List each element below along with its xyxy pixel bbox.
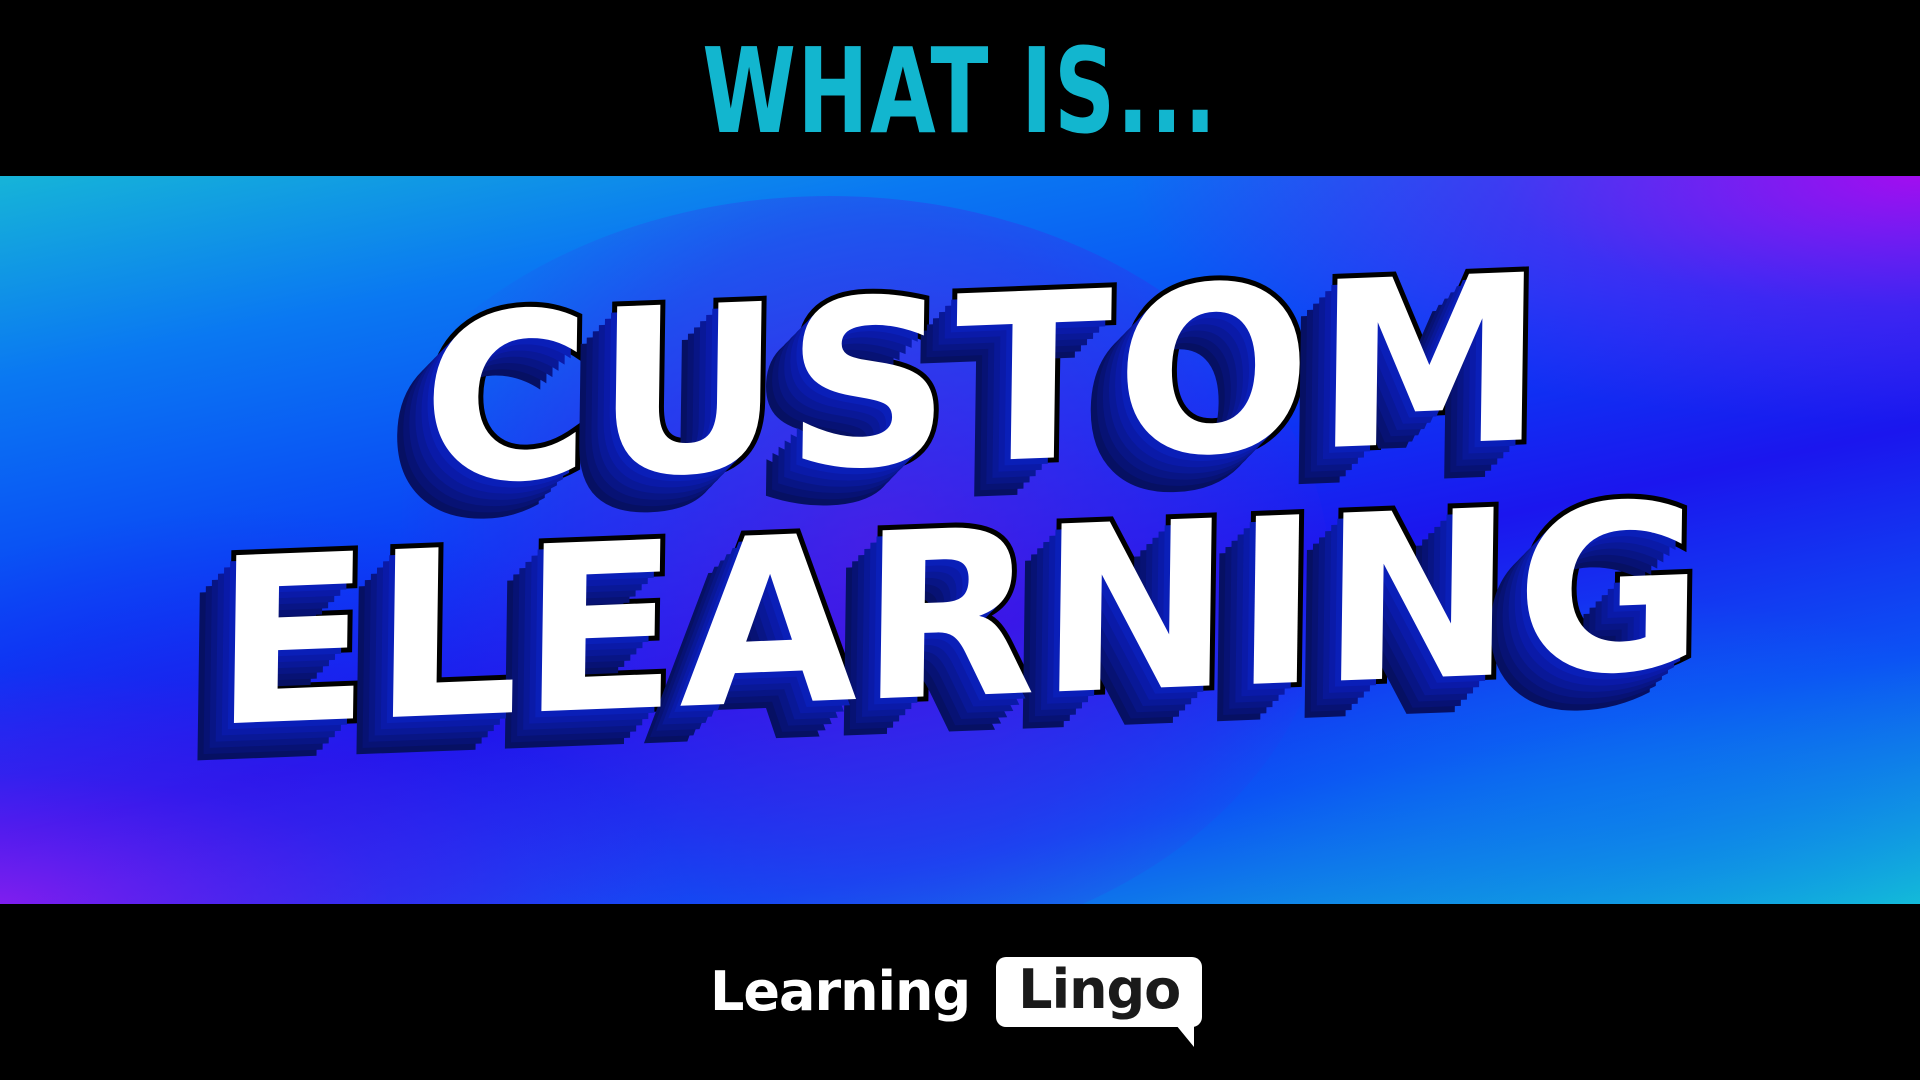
brand-logo: Learning Lingo	[710, 950, 1203, 1047]
headline-line-2: ELEARNING	[207, 449, 1713, 784]
speech-bubble-icon: Lingo	[996, 957, 1203, 1047]
bottom-bar: Learning Lingo	[0, 904, 1920, 1080]
top-bar: WHAT IS...	[0, 0, 1920, 176]
brand-word-lingo: Lingo	[1018, 958, 1181, 1021]
speech-bubble-tail	[1176, 1025, 1195, 1047]
brand-word-learning: Learning	[710, 960, 971, 1023]
headline: CUSTOM ELEARNING	[0, 176, 1920, 904]
gradient-banner: CUSTOM ELEARNING	[0, 176, 1920, 904]
thumbnail: WHAT IS... CUSTOM ELEARNING Learning Lin…	[0, 0, 1920, 1080]
eyebrow-title: WHAT IS...	[702, 22, 1218, 160]
